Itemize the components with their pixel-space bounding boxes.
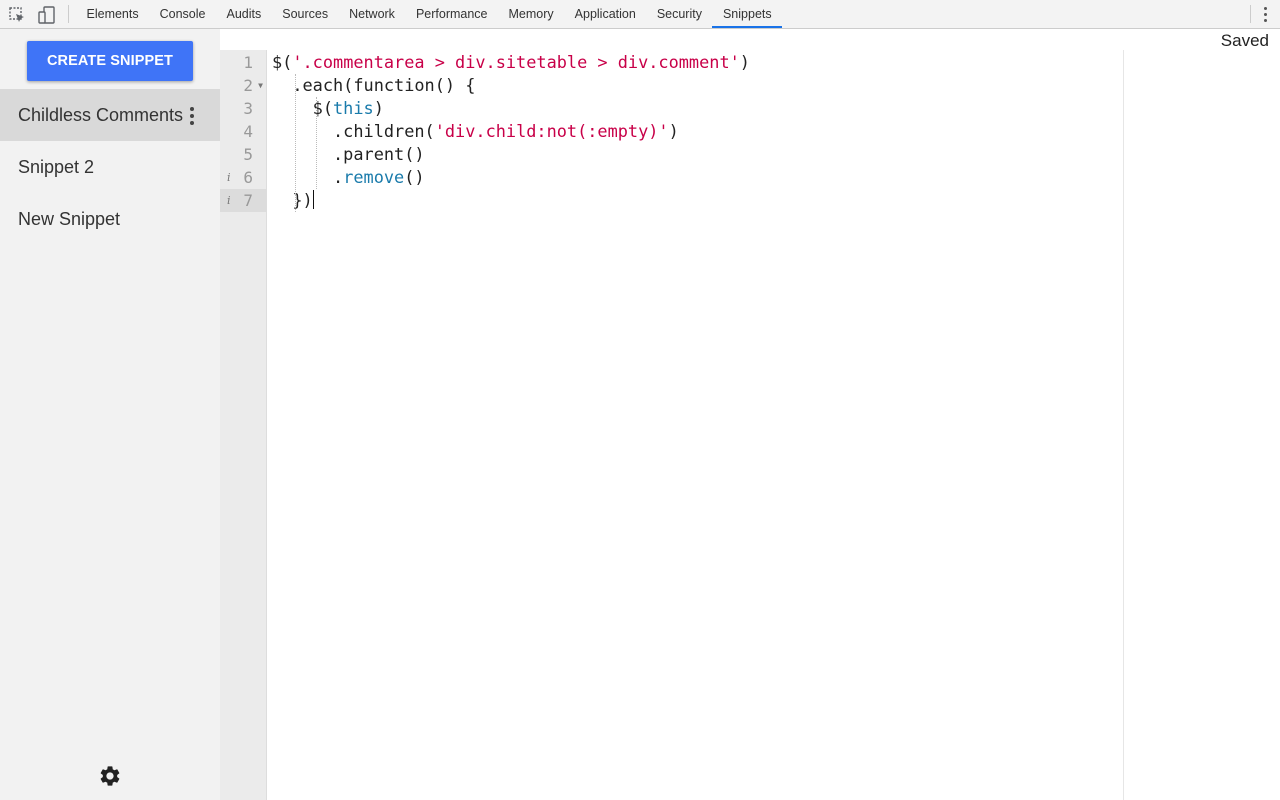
tab-network[interactable]: Network — [339, 0, 406, 28]
code-line: .parent() — [272, 144, 425, 164]
panel-tabs: Elements Console Audits Sources Network … — [76, 0, 783, 29]
tab-application[interactable]: Application — [564, 0, 646, 28]
tab-elements[interactable]: Elements — [76, 0, 149, 28]
devtools-menu-button[interactable] — [1244, 0, 1280, 29]
code-line: $(this) — [272, 98, 384, 118]
info-icon[interactable]: i — [227, 189, 231, 212]
indent-guide — [316, 97, 317, 189]
save-status: Saved — [1220, 31, 1269, 50]
line-number: 4 — [243, 122, 253, 141]
toolbar-divider — [68, 5, 69, 23]
code-line: .remove() — [272, 167, 425, 187]
snippet-item-label: New Snippet — [18, 209, 121, 229]
tab-console[interactable]: Console — [149, 0, 216, 28]
tab-performance[interactable]: Performance — [405, 0, 498, 28]
snippet-item-new-snippet[interactable]: New Snippet — [0, 193, 220, 245]
editor-right-margin — [1123, 50, 1124, 800]
line-number: i7 — [220, 189, 267, 212]
snippets-sidebar: CREATE SNIPPET Childless Comments Snippe… — [0, 29, 220, 800]
tab-sources[interactable]: Sources — [272, 0, 339, 28]
snippet-item-snippet-2[interactable]: Snippet 2 — [0, 141, 220, 193]
more-options-icon[interactable] — [190, 107, 194, 125]
snippet-item-childless-comments[interactable]: Childless Comments — [0, 89, 220, 141]
toolbar-divider — [1250, 5, 1251, 23]
gear-icon[interactable] — [98, 764, 122, 788]
info-icon[interactable]: i — [227, 166, 231, 189]
indent-guide — [295, 74, 296, 212]
code-content[interactable]: $('.commentarea > div.sitetable > div.co… — [272, 51, 750, 212]
device-toolbar-icon[interactable] — [38, 6, 56, 24]
line-number: 1 — [243, 53, 253, 72]
kebab-menu-icon — [1264, 7, 1267, 22]
line-number: 5 — [243, 145, 253, 164]
create-snippet-button[interactable]: CREATE SNIPPET — [27, 41, 193, 81]
devtools-toolbar: Elements Console Audits Sources Network … — [0, 0, 1280, 29]
line-number: 3 — [243, 99, 253, 118]
line-number-gutter: 1 2 ▼ 3 4 5 i6 i7 — [220, 50, 267, 800]
line-number: 2 ▼ — [243, 74, 263, 97]
code-line: }) — [272, 190, 315, 210]
tab-memory[interactable]: Memory — [498, 0, 564, 28]
tab-security[interactable]: Security — [646, 0, 712, 28]
code-line: .each(function() { — [272, 75, 476, 95]
text-caret — [312, 190, 315, 209]
code-editor[interactable]: 1 2 ▼ 3 4 5 i6 i7 $('.commentarea > div.s… — [220, 50, 1280, 800]
code-line: $('.commentarea > div.sitetable > div.co… — [272, 52, 750, 72]
tab-audits[interactable]: Audits — [216, 0, 272, 28]
tab-snippets[interactable]: Snippets — [712, 0, 783, 28]
snippet-item-label: Snippet 2 — [18, 157, 95, 177]
line-number: i6 — [227, 166, 253, 189]
code-line: .children('div.child:not(:empty)') — [272, 121, 679, 141]
fold-arrow-icon[interactable]: ▼ — [258, 74, 263, 97]
inspect-element-icon[interactable] — [8, 6, 26, 24]
snippet-item-label: Childless Comments — [18, 105, 184, 125]
